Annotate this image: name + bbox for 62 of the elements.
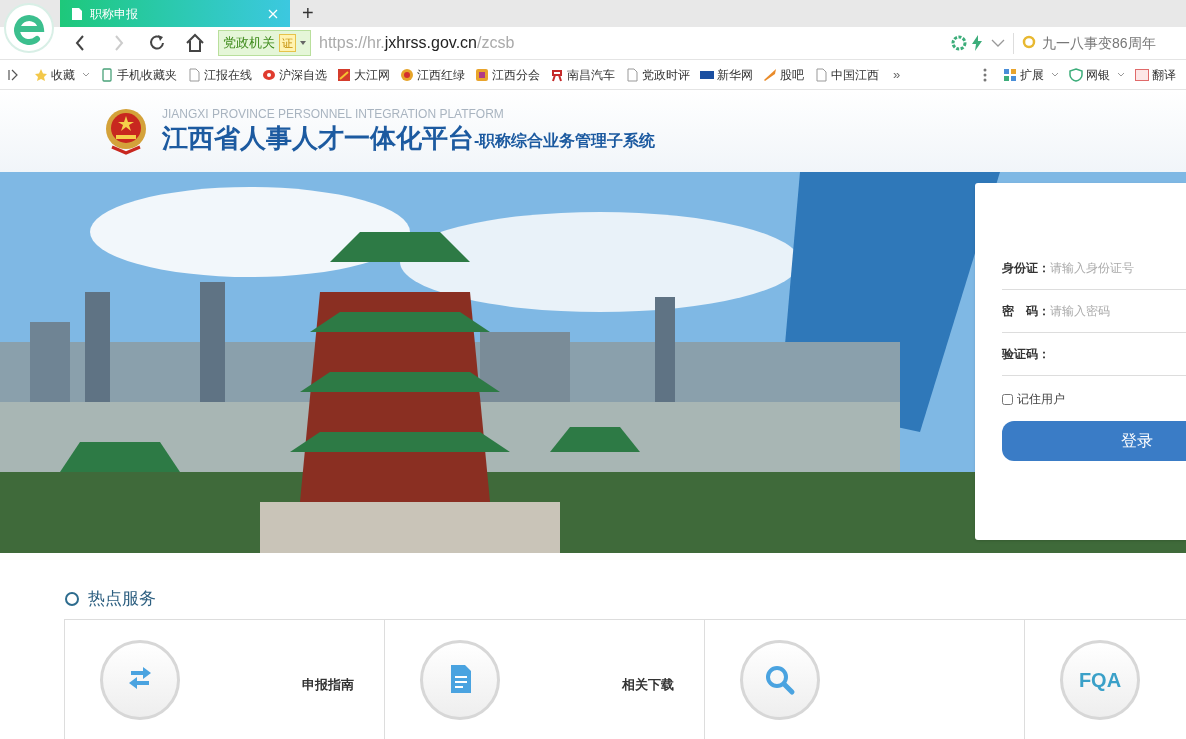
bookmark-item[interactable]: 新华网 (700, 65, 753, 84)
subsystem-title: -职称综合业务管理子系统 (474, 132, 656, 149)
address-field[interactable]: https://hr.jxhrss.gov.cn/zcsb (319, 31, 935, 55)
bookmark-item[interactable]: 江报在线 (187, 65, 252, 84)
emblem-icon (400, 67, 414, 82)
flag-icon (337, 67, 351, 82)
input-field[interactable]: 请输入密码 (1050, 302, 1186, 320)
close-icon[interactable] (268, 8, 278, 19)
home-icon[interactable] (184, 32, 206, 54)
bookmark-item[interactable]: 收藏 (34, 65, 90, 84)
page-icon (187, 67, 201, 82)
caret-icon[interactable] (991, 38, 1005, 48)
square-icon (475, 67, 489, 82)
national-emblem-icon (104, 107, 148, 155)
remember-label: 记住用户 (1017, 391, 1065, 408)
bookmark-item[interactable]: 大江网 (337, 65, 390, 84)
ring-icon (1022, 35, 1038, 51)
bookmark-item[interactable]: 手机收藏夹 (100, 65, 177, 84)
caret-icon (82, 71, 90, 78)
more-bookmarks-button[interactable]: » (893, 64, 901, 85)
caret-icon (1117, 71, 1125, 78)
phone-icon (100, 67, 114, 82)
more-icon[interactable] (983, 67, 987, 82)
grid-icon (1003, 67, 1017, 82)
bookmark-item[interactable]: 扩展 (1003, 65, 1059, 84)
bookmark-item[interactable]: 江西红绿 (400, 65, 465, 84)
page-icon (625, 67, 639, 82)
remember-checkbox[interactable] (1002, 393, 1013, 405)
field-label: 验证码： (1002, 346, 1050, 363)
field-label: 密 码： (1002, 303, 1050, 320)
shield-icon (1069, 67, 1083, 82)
bookmark-item[interactable]: 南昌汽车 (550, 65, 615, 84)
browser-logo-icon[interactable] (4, 3, 54, 53)
input-field[interactable]: 请输入身份证号 (1050, 259, 1186, 277)
caret-icon (1051, 71, 1059, 78)
service-label: 申报指南 (302, 676, 354, 695)
bookmark-item[interactable]: 股吧 (763, 65, 804, 84)
service-label: 相关下载 (622, 676, 674, 695)
service-card[interactable]: 申报指南 (64, 620, 384, 739)
security-badge[interactable]: 党政机关 证 (218, 30, 311, 56)
service-card[interactable]: 相关下载 (384, 620, 704, 739)
bookmark-item[interactable]: 中国江西 (814, 65, 879, 84)
field-label: 身份证： (1002, 260, 1050, 277)
platform-title: 江西省人事人才一体化平台 (162, 122, 474, 155)
bookmark-item[interactable]: 网银 (1069, 65, 1125, 84)
login-button[interactable]: 登录 (1002, 421, 1186, 461)
bookmark-item[interactable]: 翻译 (1135, 65, 1176, 84)
new-tab-button[interactable]: + (302, 3, 314, 23)
search-field[interactable]: 九一八事变86周年 (1013, 32, 1178, 54)
page-icon (72, 7, 82, 20)
bookmark-item[interactable]: 党政时评 (625, 65, 690, 84)
sidebar-toggle-icon[interactable] (8, 68, 18, 81)
bookmark-item[interactable]: 沪深自选 (262, 65, 327, 84)
eye-icon (262, 67, 276, 82)
section-title: 热点服务 (88, 588, 156, 611)
page-icon (814, 67, 828, 82)
star-icon (34, 67, 48, 82)
lightning-icon[interactable] (971, 35, 983, 51)
faq-icon: FQA (1060, 640, 1140, 720)
platform-english-name: JIANGXI PROVINCE PERSONNEL INTEGRATION PLATFORM (162, 107, 505, 121)
bookmark-item[interactable]: 江西分会 (475, 65, 540, 84)
circle-icon (64, 591, 80, 607)
